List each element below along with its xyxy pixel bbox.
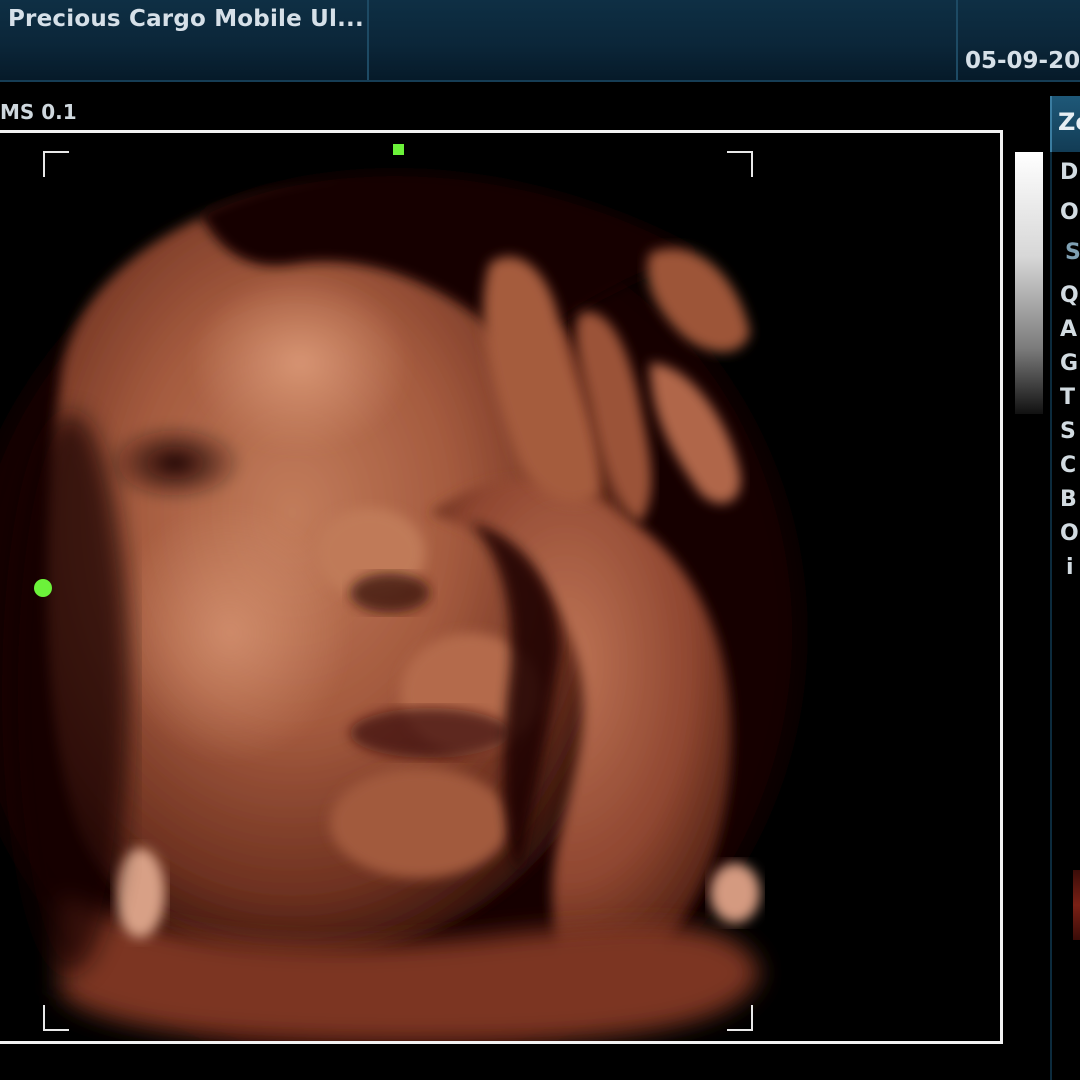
fetal-3d-render <box>0 172 800 1041</box>
panel-item-q[interactable]: Q <box>1060 283 1080 308</box>
roi-corner-top-right <box>727 151 753 177</box>
panel-item-d[interactable]: D <box>1060 160 1080 185</box>
header-divider <box>367 0 369 80</box>
panel-divider <box>1050 152 1052 1080</box>
panel-item-o2[interactable]: O <box>1060 521 1080 546</box>
panel-item-o[interactable]: O <box>1060 200 1080 225</box>
focus-point-marker-icon[interactable] <box>34 579 52 597</box>
panel-item-t[interactable]: T <box>1060 385 1080 410</box>
app-title: Precious Cargo Mobile Ul... <box>8 6 364 32</box>
color-scale-strip <box>1073 870 1080 940</box>
roi-corner-bottom-right <box>727 1005 753 1031</box>
panel-section-s: S <box>1065 240 1080 265</box>
zoom-tab[interactable]: Ze <box>1050 96 1080 152</box>
exam-date: 05-09-202 <box>965 48 1080 74</box>
panel-item-c[interactable]: C <box>1060 453 1080 478</box>
panel-item-g[interactable]: G <box>1060 351 1080 376</box>
zoom-tab-label: Ze <box>1058 108 1080 136</box>
mechanical-index-label: MS 0.1 <box>0 100 77 124</box>
panel-item-s[interactable]: S <box>1060 419 1080 444</box>
panel-item-b[interactable]: B <box>1060 487 1080 512</box>
panel-item-i[interactable]: i <box>1066 555 1080 580</box>
app-header: Precious Cargo Mobile Ul... 05-09-202 <box>0 0 1080 82</box>
scan-orientation-marker-icon <box>393 144 404 155</box>
grayscale-bar <box>1015 152 1043 414</box>
roi-corner-bottom-left <box>43 1005 69 1031</box>
ultrasound-3d-viewport[interactable] <box>0 130 1003 1044</box>
header-divider <box>956 0 958 80</box>
roi-corner-top-left <box>43 151 69 177</box>
panel-item-a[interactable]: A <box>1060 317 1080 342</box>
